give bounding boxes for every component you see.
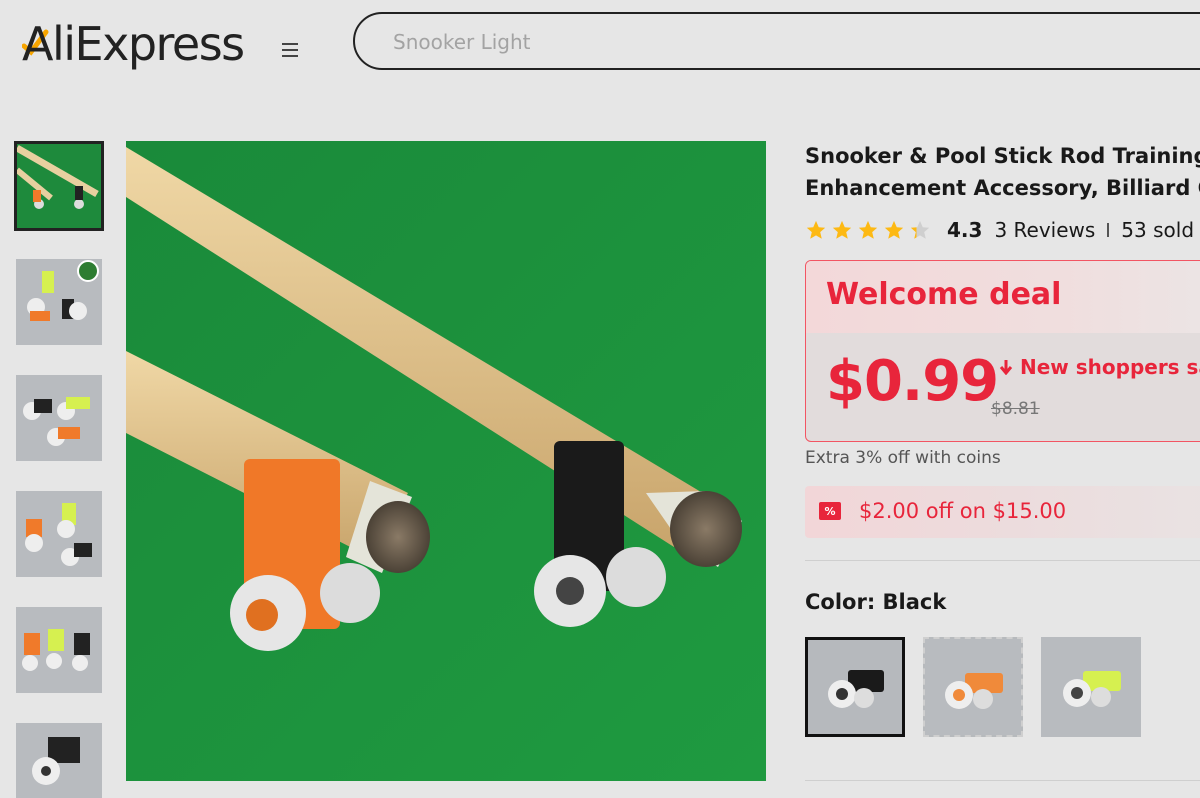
partial-star-icon	[910, 220, 930, 239]
thumbnail-3[interactable]	[16, 375, 102, 461]
coins-note: Extra 3% off with coins	[805, 448, 1001, 468]
sale-price: $0.99	[826, 349, 999, 414]
svg-text:%: %	[824, 505, 835, 518]
header: AliExpress	[0, 0, 1200, 90]
coupon-text: $2.00 off on $15.00	[859, 499, 1067, 523]
logo-text: AliExpress	[22, 17, 245, 71]
divider	[805, 780, 1200, 781]
star-rating	[805, 219, 931, 241]
star-icon	[806, 220, 826, 239]
thumbnail-4[interactable]	[16, 491, 102, 577]
title-line-2: Enhancement Accessory, Billiard Cu	[805, 176, 1200, 200]
rating-value: 4.3	[947, 218, 983, 242]
menu-icon[interactable]	[278, 38, 304, 64]
search-bar[interactable]	[353, 12, 1200, 70]
coupon-banner[interactable]: % $2.00 off on $15.00	[805, 486, 1200, 538]
deal-title: Welcome deal	[826, 277, 1062, 312]
welcome-deal-box: Welcome deal $0.99 New shoppers sav $8.8…	[805, 260, 1200, 442]
thumbnail-6[interactable]	[16, 723, 102, 798]
divider	[1107, 223, 1110, 237]
reviews-link[interactable]: 3 Reviews	[994, 218, 1095, 242]
main-product-image[interactable]	[126, 141, 766, 781]
thumbnail-5[interactable]	[16, 607, 102, 693]
sold-count: 53 sold	[1121, 218, 1195, 242]
color-option-orange[interactable]	[923, 637, 1023, 737]
product-info: Snooker & Pool Stick Rod Training E Enha…	[805, 140, 1200, 798]
star-icon	[884, 220, 904, 239]
arrow-down-icon	[999, 360, 1013, 375]
thumbnail-2[interactable]	[16, 259, 102, 345]
new-shoppers-label: New shoppers sav	[998, 355, 1200, 379]
thumbnail-1[interactable]	[14, 141, 104, 231]
aliexpress-logo[interactable]: AliExpress	[22, 16, 262, 72]
color-option-black[interactable]	[805, 637, 905, 737]
star-icon	[858, 220, 878, 239]
new-shoppers-text: New shoppers sav	[1020, 355, 1200, 379]
color-option-yellow[interactable]	[1041, 637, 1141, 737]
title-line-1: Snooker & Pool Stick Rod Training E	[805, 144, 1200, 168]
color-label: Color: Black	[805, 590, 947, 614]
rating-row: 4.3 3 Reviews 53 sold	[805, 214, 1194, 246]
search-input[interactable]	[393, 28, 1093, 56]
star-icon	[832, 220, 852, 239]
divider	[805, 560, 1200, 561]
original-price: $8.81	[991, 399, 1040, 419]
coupon-icon: %	[819, 502, 841, 520]
product-title: Snooker & Pool Stick Rod Training E Enha…	[805, 140, 1200, 204]
